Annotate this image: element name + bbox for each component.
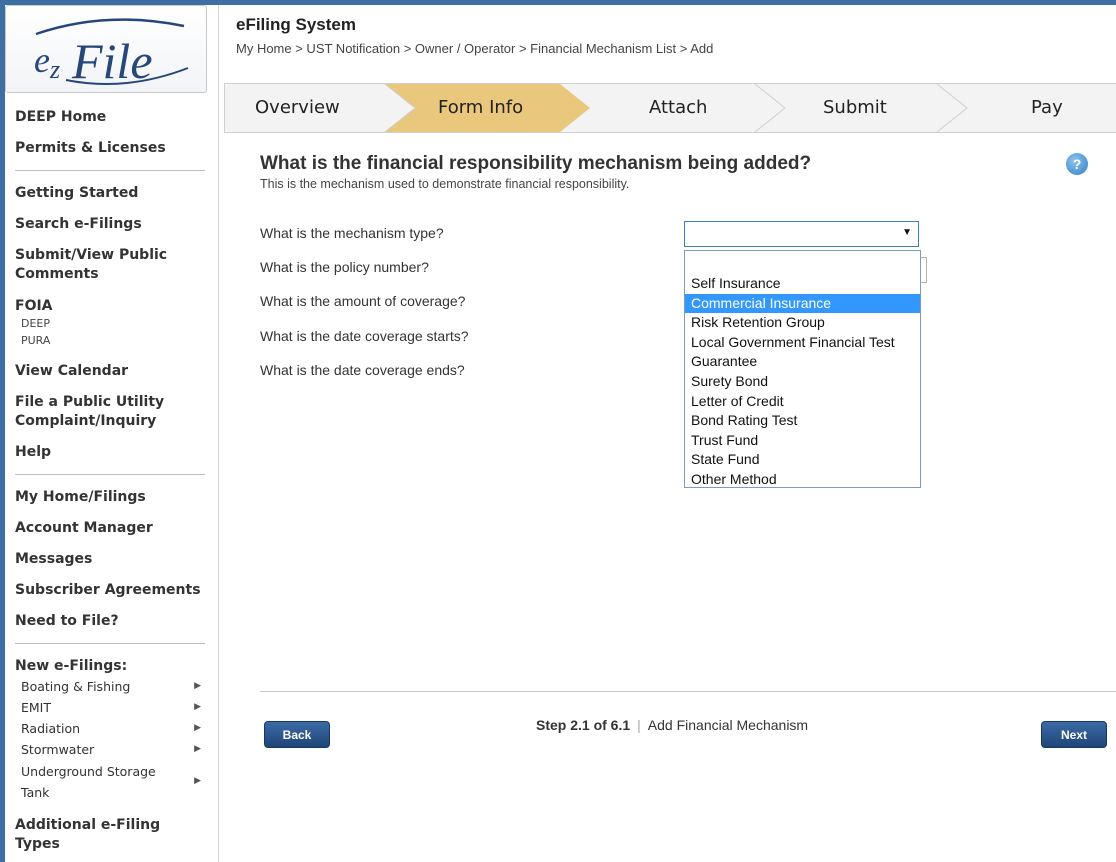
step-submit[interactable]: Submit — [823, 84, 887, 132]
sidebar-additional-line2: Types — [15, 836, 60, 852]
page-frame: e z File DEEP Home Permits & Licenses Ge… — [5, 5, 1116, 862]
step-separator: | — [637, 717, 641, 733]
sidebar-item-label-line1: Underground Storage — [21, 764, 156, 779]
chevron-right-icon: ▶ — [194, 744, 201, 754]
sidebar-help[interactable]: Help — [15, 443, 51, 462]
dropdown-option[interactable]: State Fund — [685, 450, 920, 470]
next-button[interactable]: Next — [1041, 721, 1107, 748]
sidebar-my-home-filings[interactable]: My Home/Filings — [15, 488, 146, 507]
step-pay[interactable]: Pay — [1031, 84, 1063, 132]
chevron-right-icon: ▶ — [194, 702, 201, 712]
sidebar-item-boating-fishing[interactable]: Boating & Fishing ▶ — [21, 676, 201, 697]
dropdown-option[interactable]: Guarantee — [685, 352, 920, 372]
sidebar-search-efilings[interactable]: Search e-Filings — [15, 215, 142, 234]
step-indicator: Step 2.1 of 6.1 | Add Financial Mechanism — [536, 717, 808, 733]
dropdown-option-blank[interactable] — [685, 251, 920, 271]
sidebar-item-label: Boating & Fishing — [21, 679, 131, 694]
step-progress-bar: Overview Form Info Attach Submit Pay — [224, 83, 1116, 133]
sidebar-additional-efiling-types[interactable]: Additional e-Filing Types — [15, 816, 160, 854]
dropdown-option[interactable]: Risk Retention Group — [685, 313, 920, 333]
dropdown-option-highlighted[interactable]: Commercial Insurance — [685, 293, 920, 314]
sidebar-item-radiation[interactable]: Radiation ▶ — [21, 718, 201, 739]
svg-text:File: File — [71, 33, 153, 89]
step-number: Step 2.1 of 6.1 — [536, 717, 631, 733]
sidebar-foia-pura[interactable]: PURA — [21, 334, 50, 348]
sidebar-item-label-line2: Tank — [21, 785, 50, 800]
label-mechanism-type: What is the mechanism type? — [260, 225, 444, 241]
step-form-info[interactable]: Form Info — [438, 84, 523, 132]
sidebar-need-to-file[interactable]: Need to File? — [15, 612, 119, 631]
sidebar-public-utility-complaint[interactable]: File a Public Utility Complaint/Inquiry — [15, 393, 164, 431]
footer-divider — [260, 691, 1116, 692]
sidebar-messages[interactable]: Messages — [15, 550, 92, 569]
dropdown-option[interactable]: Other Method — [685, 470, 920, 490]
back-button[interactable]: Back — [264, 721, 330, 748]
chevron-right-icon: ▶ — [194, 723, 201, 733]
sidebar-divider — [15, 170, 205, 171]
step-attach[interactable]: Attach — [649, 84, 707, 132]
sidebar-item-emit[interactable]: EMIT ▶ — [21, 697, 201, 718]
sidebar-account-manager[interactable]: Account Manager — [15, 519, 153, 538]
sidebar-divider — [15, 643, 205, 644]
sidebar-item-label: EMIT — [21, 700, 52, 715]
sidebar-item-stormwater[interactable]: Stormwater ▶ — [21, 739, 201, 760]
sidebar-public-comments[interactable]: Submit/View Public Comments — [15, 246, 167, 284]
ezfile-logo[interactable]: e z File — [5, 5, 207, 93]
label-coverage-end: What is the date coverage ends? — [260, 362, 465, 378]
page-subtitle: This is the mechanism used to demonstrat… — [260, 177, 630, 191]
mechanism-type-dropdown-list: Self Insurance Commercial Insurance Risk… — [684, 250, 921, 488]
dropdown-option[interactable]: Surety Bond — [685, 372, 920, 392]
mechanism-type-select[interactable]: ▼ — [684, 221, 919, 247]
dropdown-option[interactable]: Self Insurance — [685, 274, 920, 294]
help-icon[interactable]: ? — [1066, 153, 1088, 175]
app-title: eFiling System — [236, 15, 356, 34]
page-question-heading: What is the financial responsibility mec… — [260, 153, 812, 174]
sidebar: e z File DEEP Home Permits & Licenses Ge… — [5, 5, 219, 862]
sidebar-foia[interactable]: FOIA — [15, 297, 53, 316]
svg-text:z: z — [49, 55, 60, 84]
policy-number-input[interactable] — [921, 257, 927, 283]
sidebar-getting-started[interactable]: Getting Started — [15, 184, 138, 203]
sidebar-foia-deep[interactable]: DEEP — [21, 317, 50, 331]
dropdown-option[interactable]: Bond Rating Test — [685, 411, 920, 431]
step-overview[interactable]: Overview — [255, 84, 340, 132]
sidebar-divider — [15, 474, 205, 475]
chevron-down-icon: ▼ — [902, 227, 912, 238]
sidebar-view-calendar[interactable]: View Calendar — [15, 362, 128, 381]
sidebar-subscriber-agreements[interactable]: Subscriber Agreements — [15, 581, 201, 600]
dropdown-option[interactable]: Letter of Credit — [685, 392, 920, 412]
sidebar-deep-home[interactable]: DEEP Home — [15, 108, 106, 127]
svg-text:e: e — [34, 40, 50, 80]
sidebar-item-label: Radiation — [21, 721, 81, 736]
breadcrumb: My Home > UST Notification > Owner / Ope… — [236, 41, 714, 56]
sidebar-item-label: Stormwater — [21, 742, 95, 757]
label-policy-number: What is the policy number? — [260, 259, 429, 275]
dropdown-option[interactable]: Local Government Financial Test — [685, 333, 920, 353]
step-label: Add Financial Mechanism — [647, 717, 809, 733]
sidebar-item-underground-storage-tank[interactable]: Underground Storage Tank ▶ — [21, 761, 201, 803]
label-coverage-start: What is the date coverage starts? — [260, 328, 469, 344]
sidebar-complaint-line1: File a Public Utility — [15, 394, 165, 410]
chevron-right-icon: ▶ — [194, 776, 201, 786]
label-amount-coverage: What is the amount of coverage? — [260, 293, 466, 309]
sidebar-complaint-line2: Complaint/Inquiry — [15, 413, 157, 429]
sidebar-permits-licenses[interactable]: Permits & Licenses — [15, 139, 166, 158]
logo-graphic: e z File — [34, 18, 189, 89]
dropdown-option[interactable]: Trust Fund — [685, 431, 920, 451]
sidebar-public-comments-line1: Submit/View Public — [15, 247, 168, 263]
sidebar-additional-line1: Additional e-Filing — [15, 817, 161, 833]
sidebar-public-comments-line2: Comments — [15, 266, 99, 282]
chevron-right-icon: ▶ — [194, 681, 201, 691]
sidebar-new-efilings-title: New e-Filings: — [15, 658, 128, 674]
